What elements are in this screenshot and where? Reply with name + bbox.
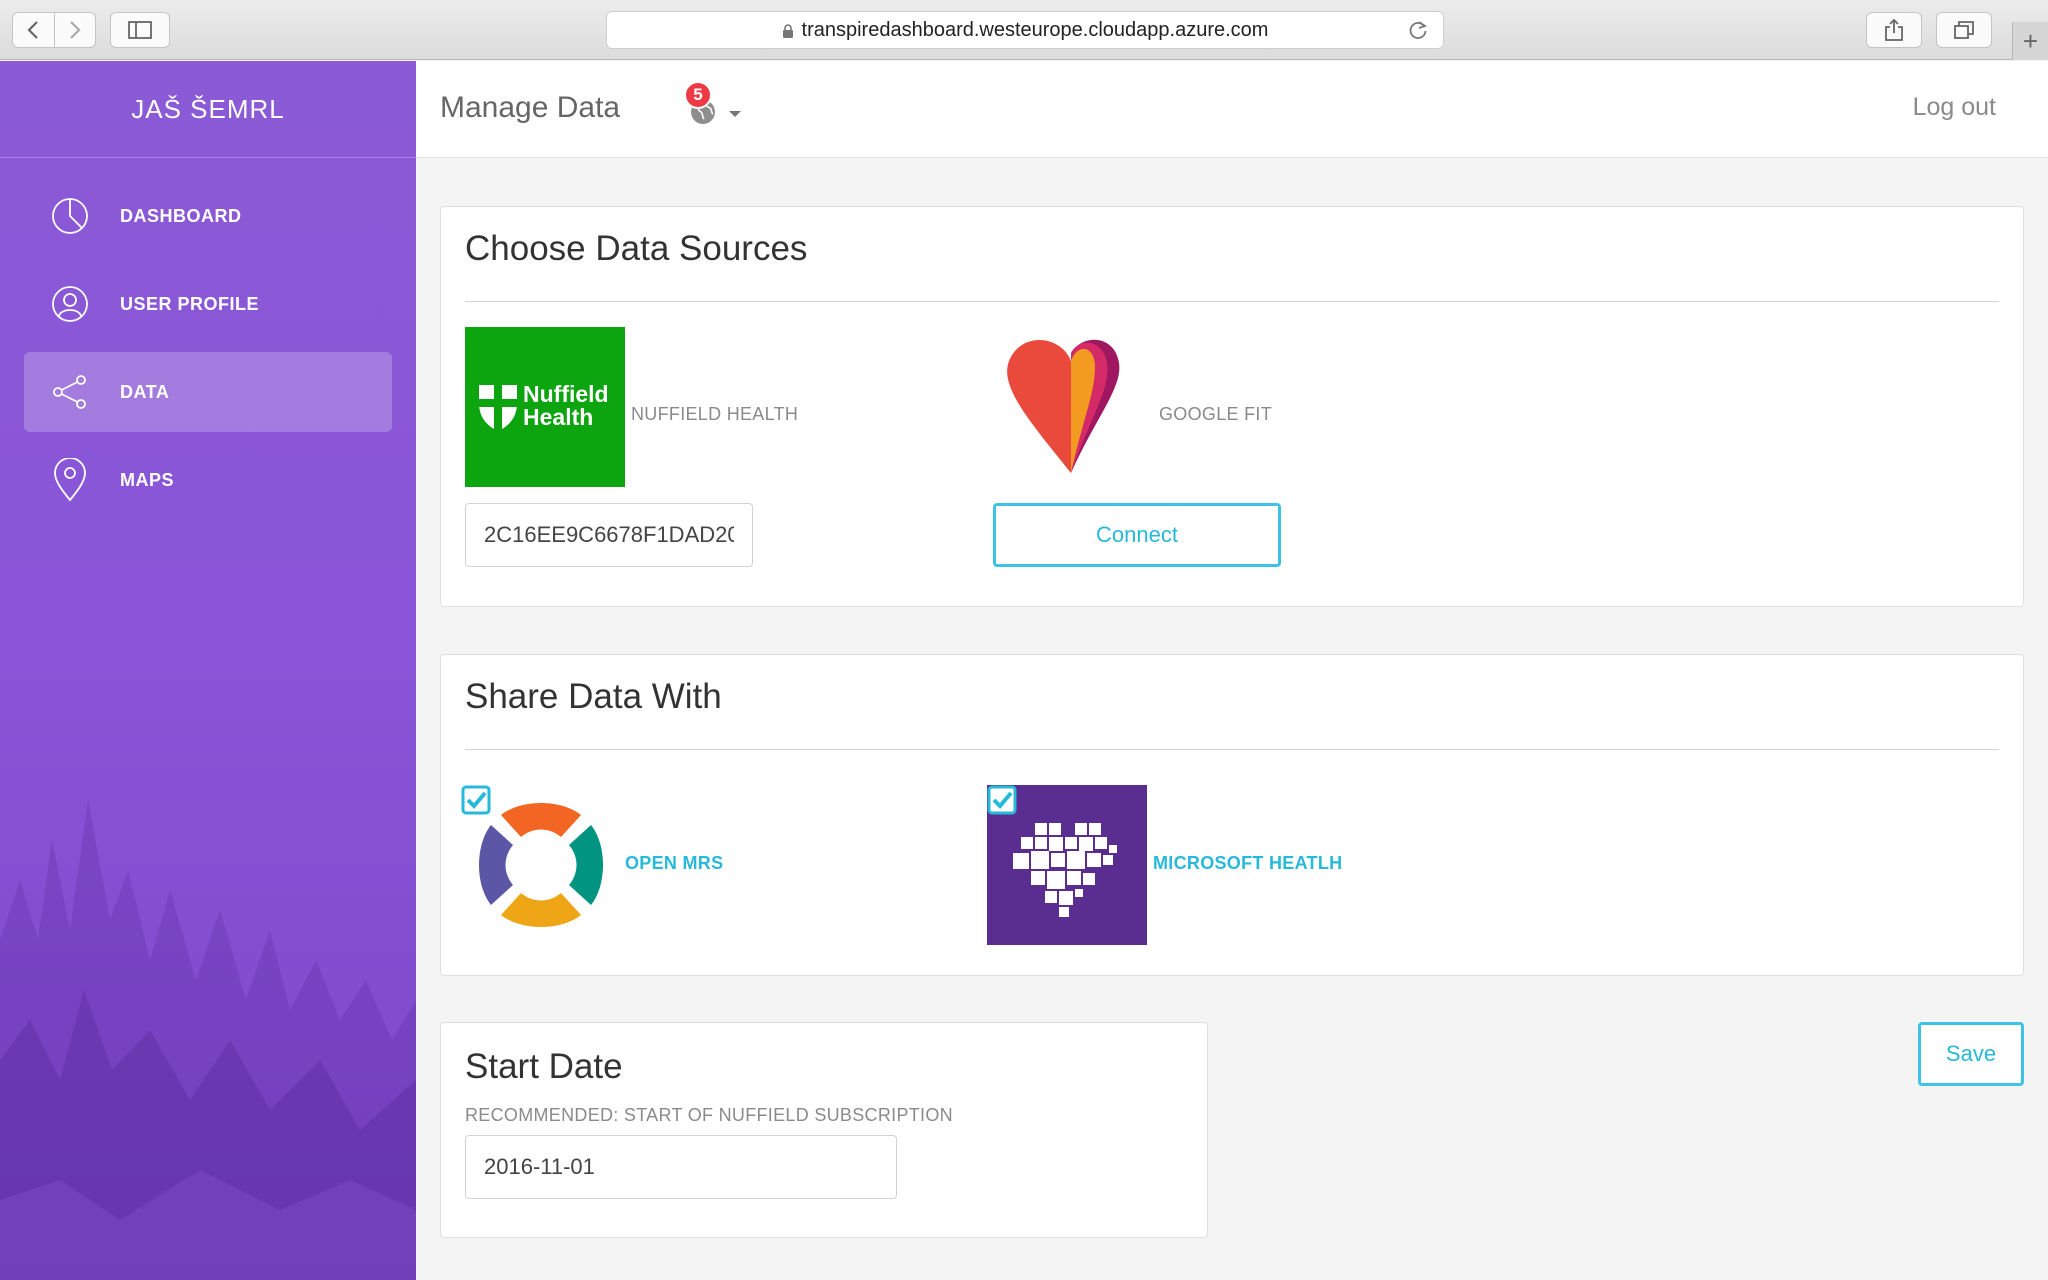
map-pin-icon xyxy=(48,458,92,502)
share-data-card: Share Data With OPEN MRS MICROSOFT HEATL… xyxy=(440,654,2024,976)
save-button[interactable]: Save xyxy=(1918,1022,2024,1086)
card-title: Share Data With xyxy=(465,677,722,716)
chevron-right-icon xyxy=(69,21,81,39)
lock-icon xyxy=(782,24,793,38)
url-text: transpiredashboard.westeurope.cloudapp.a… xyxy=(801,18,1269,41)
browser-toolbar: transpiredashboard.westeurope.cloudapp.a… xyxy=(0,0,2048,60)
sidebar-item-label: MAPS xyxy=(120,469,175,490)
divider xyxy=(465,749,1999,750)
start-date-hint: RECOMMENDED: START OF NUFFIELD SUBSCRIPT… xyxy=(465,1105,953,1125)
microsoft-health-label[interactable]: MICROSOFT HEATLH xyxy=(1153,853,1342,874)
microsoft-health-checkbox[interactable] xyxy=(987,785,1017,815)
share-button[interactable] xyxy=(1866,12,1922,48)
plus-icon: + xyxy=(2022,25,2039,56)
nuffield-health-label: NUFFIELD HEALTH xyxy=(631,404,799,424)
user-icon xyxy=(48,282,92,326)
sidebar-item-dashboard[interactable]: DASHBOARD xyxy=(24,176,392,256)
openmrs-checkbox[interactable] xyxy=(461,785,491,815)
share-sheet-icon xyxy=(1885,19,1903,41)
sidebar-item-label: USER PROFILE xyxy=(120,293,260,314)
share-icon xyxy=(48,370,92,414)
sidebar-icon xyxy=(128,21,152,39)
forward-button[interactable] xyxy=(53,13,96,47)
card-title: Start Date xyxy=(465,1047,623,1086)
divider xyxy=(465,301,1999,302)
sidebar-item-data[interactable]: DATA xyxy=(24,352,392,432)
logout-link[interactable]: Log out xyxy=(1913,93,1996,122)
connect-google-fit-button[interactable]: Connect xyxy=(993,503,1281,567)
start-date-input[interactable] xyxy=(465,1135,897,1199)
pie-chart-icon xyxy=(48,194,92,238)
nuffield-health-logo: Nuffield Health xyxy=(465,327,625,487)
data-sources-card: Choose Data Sources Nuffield Health NUFF… xyxy=(440,206,2024,607)
google-fit-label: GOOGLE FIT xyxy=(1159,404,1273,424)
new-tab-button[interactable]: + xyxy=(2012,22,2048,60)
sidebar-item-label: DASHBOARD xyxy=(120,205,242,226)
caret-down-icon xyxy=(729,111,741,117)
sidebar-item-user-profile[interactable]: USER PROFILE xyxy=(24,264,392,344)
sidebar-nav: DASHBOARD USER PROFILE DATA MAPS xyxy=(0,158,416,520)
nuffield-logo-text: Nuffield xyxy=(523,381,609,407)
sidebar-user-name[interactable]: JAŠ ŠEMRL xyxy=(0,61,416,158)
top-bar: Manage Data 5 Log out xyxy=(416,61,2048,158)
google-fit-logo xyxy=(1007,339,1120,473)
notifications-dropdown[interactable]: 5 xyxy=(684,81,754,133)
reload-icon[interactable] xyxy=(1407,19,1429,41)
history-nav xyxy=(12,12,96,48)
toggle-sidebar-button[interactable] xyxy=(110,12,170,48)
start-date-card: Start Date RECOMMENDED: START OF NUFFIEL… xyxy=(440,1022,1208,1238)
back-button[interactable] xyxy=(13,13,54,47)
nuffield-logo-text: Health xyxy=(523,404,594,430)
tabs-icon xyxy=(1954,21,1974,39)
address-bar[interactable]: transpiredashboard.westeurope.cloudapp.a… xyxy=(606,11,1444,49)
nuffield-code-input[interactable] xyxy=(465,503,753,567)
card-title: Choose Data Sources xyxy=(465,229,808,268)
notification-badge: 5 xyxy=(684,81,712,109)
openmrs-label[interactable]: OPEN MRS xyxy=(625,853,723,874)
sidebar-item-label: DATA xyxy=(120,381,170,402)
chevron-left-icon xyxy=(27,21,39,39)
page-title: Manage Data xyxy=(440,91,621,124)
show-tabs-button[interactable] xyxy=(1936,12,1992,48)
sidebar: JAŠ ŠEMRL DASHBOARD USER PROFILE DATA MA… xyxy=(0,61,416,1280)
forest-background-image xyxy=(0,800,416,1280)
sidebar-item-maps[interactable]: MAPS xyxy=(24,440,392,520)
